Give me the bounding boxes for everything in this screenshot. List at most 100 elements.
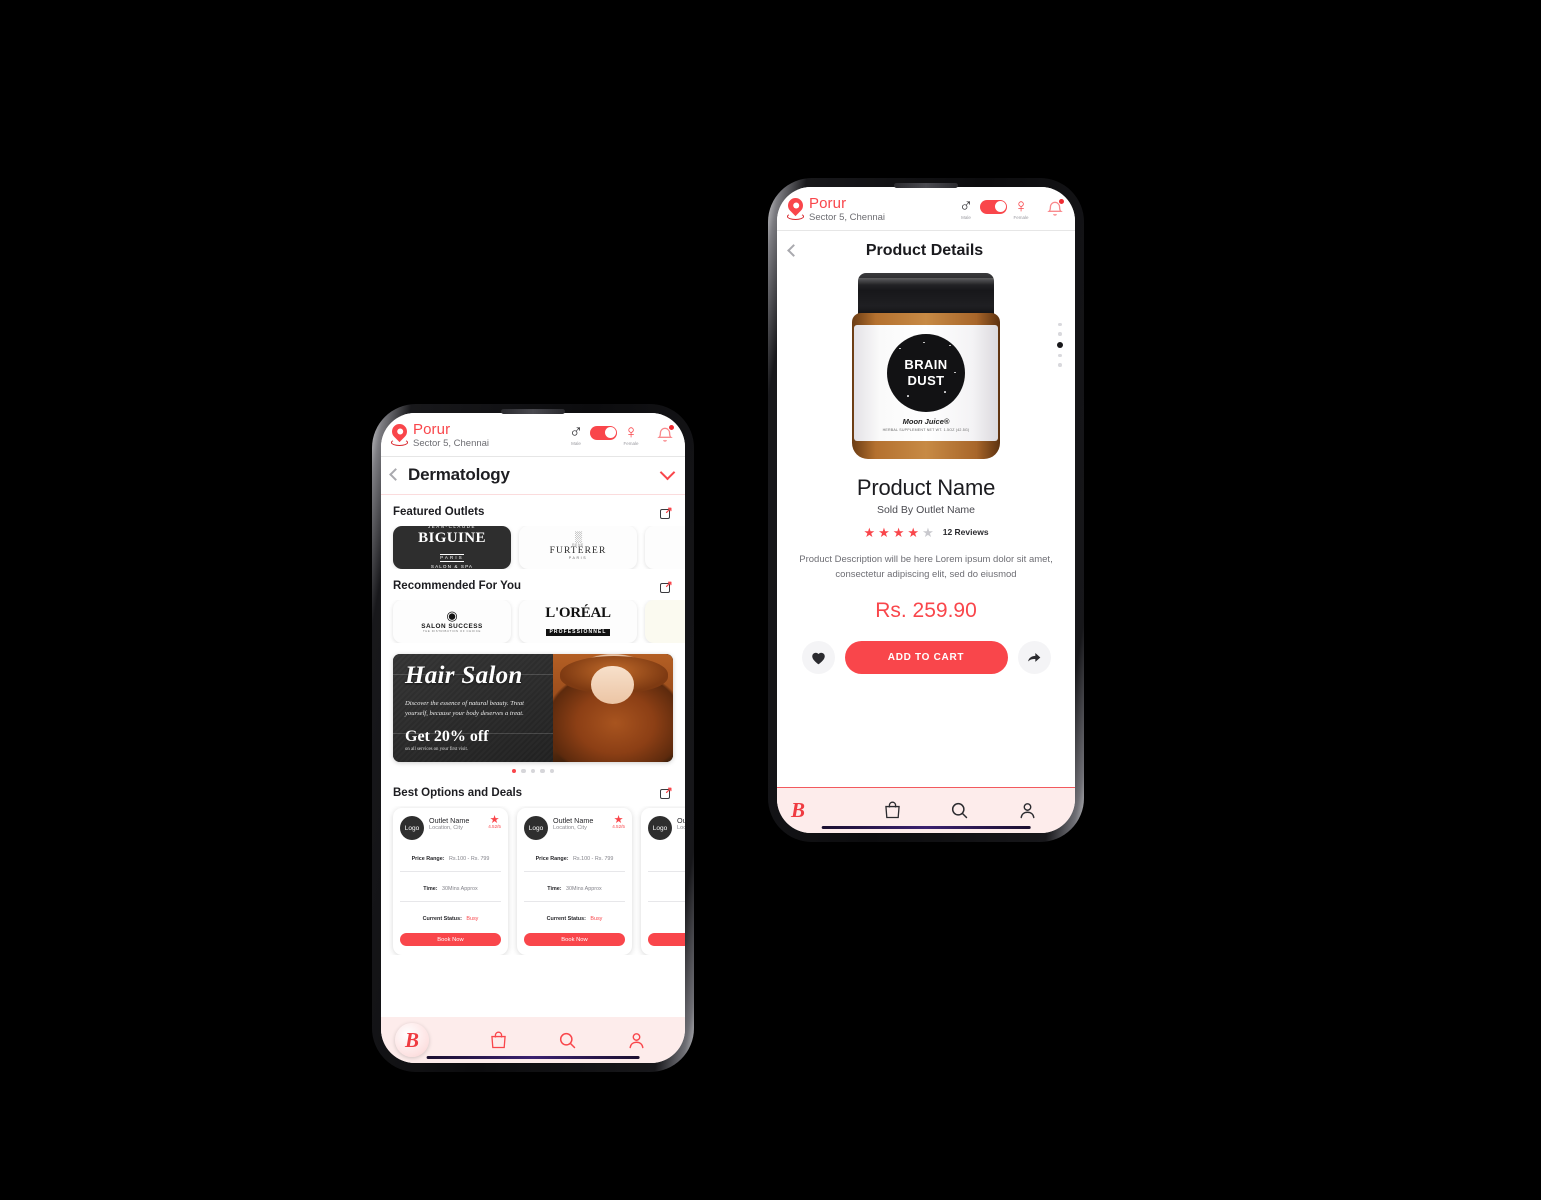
nav-bag-button[interactable] (859, 800, 927, 821)
carousel-dot[interactable] (511, 768, 517, 774)
price-value: Rs.100 - Rs. 799 (572, 856, 614, 863)
recommended-header: Recommended For You (381, 569, 685, 600)
price-row: Price Range: Rs.100 - Rs. 799 (400, 847, 501, 865)
carousel-dot[interactable] (521, 768, 526, 774)
banner-carousel-dots[interactable] (393, 762, 673, 776)
status-row: Current Status: Busy (400, 901, 501, 925)
gender-switch[interactable] (590, 425, 617, 440)
product-name: Product Name (856, 474, 996, 500)
star-icon: ★ (892, 524, 905, 540)
category-bar: Dermatology (381, 456, 685, 495)
share-button[interactable] (1017, 641, 1051, 675)
status-value: Busy (590, 916, 603, 923)
salon-success-mark-icon: ◉ (446, 608, 458, 624)
carousel-dot[interactable] (1058, 332, 1062, 336)
image-carousel-dots[interactable] (1057, 322, 1063, 367)
category-title: Dermatology (408, 464, 510, 484)
jar-circle-line1: BRAIN (904, 357, 948, 373)
notifications-button-left[interactable] (655, 424, 675, 446)
gender-switch[interactable] (980, 199, 1007, 214)
reviews-count[interactable]: 12 Reviews (943, 527, 989, 537)
gender-male-option[interactable]: ♂ Male (956, 197, 976, 220)
brand-card-wellness[interactable]: Welln (645, 525, 685, 569)
favorite-button[interactable] (801, 641, 835, 675)
brand-card-furterer[interactable]: ░ RENE FURTERER PARIS (519, 525, 637, 569)
banner-description: Discover the essence of natural beauty. … (405, 699, 524, 717)
brand-card-loreal[interactable]: L'ORÉAL PROFESSIONNEL (519, 599, 637, 643)
star-icon: ★ (613, 814, 624, 827)
book-now-button[interactable]: Book Now (400, 933, 501, 947)
nav-home-button[interactable]: B (791, 798, 859, 823)
male-label: Male (961, 214, 971, 220)
search-icon (952, 802, 968, 819)
deal-card[interactable]: Logo Outlet Name Location, City ★ 4.52/5 (517, 808, 632, 956)
view-all-featured-icon[interactable] (660, 506, 673, 519)
nav-home-button[interactable]: B (395, 1023, 464, 1057)
app-header-left: Porur Sector 5, Chennai ♂ Male ♀ Female (381, 413, 685, 457)
carousel-dot[interactable] (1057, 341, 1063, 348)
phone-screen-left: Porur Sector 5, Chennai ♂ Male ♀ Female (381, 413, 685, 1063)
female-symbol-icon: ♀ (1013, 195, 1029, 217)
nav-profile-button[interactable] (602, 1030, 671, 1051)
gender-female-option[interactable]: ♀ Female (1011, 195, 1031, 220)
profile-icon (629, 1032, 644, 1048)
brand-card-third[interactable] (645, 599, 685, 643)
gender-female-option[interactable]: ♀ Female (621, 421, 641, 446)
brand-card-biguine[interactable]: JEAN-CLAUDE BIGUINE PARIS SALON & SPA (393, 525, 511, 569)
gender-toggle-group-right[interactable]: ♂ Male ♀ Female (956, 195, 1031, 220)
carousel-dot[interactable] (549, 768, 555, 774)
product-image-area: BRAIN DUST Moon Juice® HERBAL SUPPLEMENT… (793, 269, 1063, 459)
earpiece-speaker-left (501, 409, 565, 414)
carousel-dot[interactable] (540, 768, 545, 774)
jar-lid (858, 272, 994, 319)
chevron-down-icon[interactable] (659, 464, 676, 481)
salon-success-line3: THE DISTRIBUTION OF CHOICE (422, 629, 481, 634)
view-all-recommended-icon[interactable] (660, 580, 673, 593)
gender-male-option[interactable]: ♂ Male (566, 421, 586, 446)
deals-row[interactable]: Logo Outlet Name Location, City ★ 4.52/5 (381, 806, 685, 956)
product-details-header: Product Details (777, 231, 1075, 269)
brand-logo-circle: B (395, 1023, 429, 1057)
promo-banner[interactable]: Hair Salon Discover the essence of natur… (393, 653, 673, 762)
location-pin-icon (784, 195, 807, 221)
carousel-dot[interactable] (1058, 353, 1062, 358)
nav-bag-button[interactable] (464, 1030, 533, 1051)
female-symbol-icon: ♀ (623, 421, 639, 443)
recommended-row[interactable]: ◉ SALON SUCCESS THE DISTRIBUTION OF CHOI… (381, 599, 685, 643)
nav-search-button[interactable] (926, 800, 994, 821)
featured-outlets-header: Featured Outlets (381, 495, 685, 526)
featured-outlets-title: Featured Outlets (393, 506, 485, 519)
carousel-dot[interactable] (1058, 363, 1062, 367)
book-now-button[interactable]: Book Now (524, 933, 625, 947)
back-chevron-icon[interactable] (389, 468, 402, 482)
page-title: Product Details (865, 241, 984, 259)
add-to-cart-button[interactable]: ADD TO CART (844, 641, 1008, 675)
deal-card[interactable]: Logo Outlet Name Location, City ★ 4.52/5 (393, 808, 508, 956)
status-row: Cur (648, 901, 685, 925)
view-all-deals-icon[interactable] (660, 786, 673, 800)
category-scroll-area[interactable]: Featured Outlets JEAN-CLAUDE BIGUINE PAR (381, 494, 685, 1017)
outlet-location: Location, City (553, 825, 587, 832)
brand-logo-text: B (791, 798, 806, 822)
carousel-dot[interactable] (530, 768, 536, 774)
gender-toggle-group-left[interactable]: ♂ Male ♀ Female (566, 421, 641, 446)
bag-icon (884, 801, 900, 819)
male-symbol-icon: ♂ (568, 421, 584, 443)
location-selector-left[interactable]: Porur Sector 5, Chennai (388, 421, 489, 449)
product-jar-image[interactable]: BRAIN DUST Moon Juice® HERBAL SUPPLEMENT… (852, 272, 1000, 459)
location-selector-right[interactable]: Porur Sector 5, Chennai (784, 195, 885, 223)
book-now-button[interactable] (648, 933, 685, 947)
product-rating[interactable]: ★ ★ ★ ★ ★ 12 Reviews (863, 526, 988, 539)
star-icon: ★ (907, 524, 920, 540)
brand-card-salon-success[interactable]: ◉ SALON SUCCESS THE DISTRIBUTION OF CHOI… (393, 599, 511, 643)
nav-profile-button[interactable] (994, 800, 1062, 821)
nav-search-button[interactable] (533, 1030, 602, 1051)
deal-card[interactable]: Logo Outlet Name Location, City ★ 4.52/5 (641, 808, 685, 956)
notifications-button-right[interactable] (1045, 198, 1065, 220)
phone-device-right: Porur Sector 5, Chennai ♂ Male ♀ Female (768, 178, 1084, 842)
carousel-dot[interactable] (1058, 322, 1062, 327)
featured-outlets-row[interactable]: JEAN-CLAUDE BIGUINE PARIS SALON & SPA ░ … (381, 525, 685, 569)
outlet-name: Outlet Name (677, 816, 685, 826)
price-value: Rs.100 - Rs. 799 (448, 856, 490, 863)
outlet-logo: Logo (400, 816, 424, 841)
